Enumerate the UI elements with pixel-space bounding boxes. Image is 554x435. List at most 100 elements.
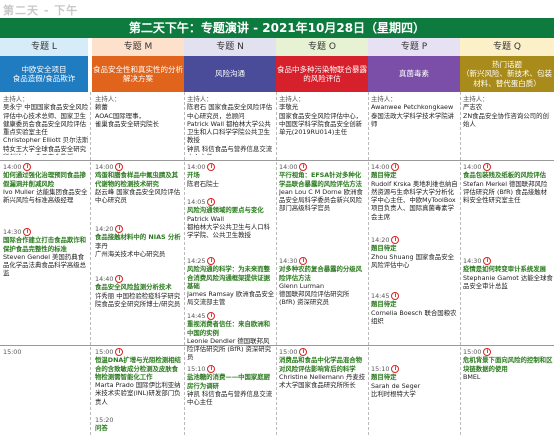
chair-text-n: 陈君石 国家食品安全风险评估中心研究员，总顾问 Patrick Wall 都柏林… xyxy=(187,103,273,155)
session-title: 题目待定 xyxy=(371,171,397,180)
column-divider xyxy=(460,92,461,435)
session-speaker: BMEL xyxy=(463,372,481,381)
info-icon[interactable]: i xyxy=(207,163,216,171)
track-topic-n: 风险沟通 xyxy=(184,56,276,92)
session-speaker: Jean Lou C M Dorne 欧洲食品安全局科学委员会新兴风险部门高级科… xyxy=(279,187,363,213)
session-time: 15:00 xyxy=(463,348,482,356)
column-divider xyxy=(90,92,91,435)
session-title: 平行视角：EFSA针对多种化学品联合暴露的风险评估方法 xyxy=(279,171,363,188)
info-icon[interactable]: i xyxy=(207,312,216,320)
session-o-1: 14:00 i 平行视角：EFSA针对多种化学品联合暴露的风险评估方法 Jean… xyxy=(279,163,367,235)
session-time: 14:45 xyxy=(187,312,206,320)
session-p-4: 15:10 i 题目待定 Sarah de Seger 比利时根特大学 xyxy=(371,365,459,405)
session-q-1: 14:00 i 食品包装残及纸板的风险评估 Stefan Merkel 德国联邦… xyxy=(463,163,553,229)
info-icon[interactable]: i xyxy=(391,365,400,373)
session-speaker: James Ramsay 欧洲食品安全局交流部主管 xyxy=(187,290,275,307)
info-icon[interactable]: i xyxy=(483,163,492,171)
session-q-2: 14:30 i 疫情是如何转变审计系统发展 Stephanie Gamot 达能… xyxy=(463,257,553,303)
session-o-3: 15:00 i 消费品和食品中化学品混合物对风险评估影响背后的科学 Christ… xyxy=(279,348,367,408)
session-title: 危机背景下面向风险的控制和区块链数据的使用 xyxy=(463,356,553,373)
chair-block-o: 主持人： 李敬光 国家食品安全风险评估中心，中国医学科学院食品安全创新单元(20… xyxy=(279,95,367,145)
session-time: 14:05 xyxy=(187,198,206,206)
info-icon[interactable]: i xyxy=(115,225,124,233)
session-title: 恒温DNA扩增与光阻检测相结合的含致敏成分检测及皮肤食物检测需智能化工作 xyxy=(95,356,181,381)
session-time: 15:00 xyxy=(3,348,22,356)
session-title: 风险沟通领域的要点与变化 xyxy=(187,206,264,215)
track-topic-p-text: 真菌毒素 xyxy=(399,69,429,79)
session-l-2: 14:30 i 国际合作建立打击食品欺诈和保护食品完整性的标准 Steven G… xyxy=(3,228,89,300)
session-m-3: 14:40 i 食品安全风险监测分析技术 许秀丽 中国检验检疫科学研究院食品安全… xyxy=(95,275,183,333)
session-speaker: Glenn Lurman 德国联邦风险评估研究所 (BfR) 资深研究员 xyxy=(279,281,350,307)
session-m-4: 15:00 i 恒温DNA扩增与光阻检测相结合的含致敏成分检测及皮肤食物检测需智… xyxy=(95,348,183,420)
session-speaker: Rudolf Krska 奥地利维也纳自然资源与生命科学大学分析化学中心主任、中… xyxy=(371,179,458,221)
session-title: 食品接触材料中的 NIAS 分析 xyxy=(95,233,181,242)
session-speaker: Sarah de Seger 比利时根特大学 xyxy=(371,381,421,398)
session-n-5: 15:10 i 盐池糖的消费——中国家庭厨房行为调研 钟凯 科信食品与营养信息交… xyxy=(187,365,275,413)
session-title: 对多种农药复合暴露的分级风险评估方法 xyxy=(279,265,363,282)
session-time: 14:40 xyxy=(95,275,114,283)
session-q-3: 15:00 i 危机背景下面向风险的控制和区块链数据的使用 BMEL xyxy=(463,348,553,388)
session-n-2: 14:05 i 风险沟通领域的要点与变化 Patrick Wall 都柏林大学公… xyxy=(187,198,275,244)
session-title: 消费品和食品中化学品混合物对风险评估影响背后的科学 xyxy=(279,356,363,373)
info-icon[interactable]: i xyxy=(391,292,400,300)
session-n-1: 14:00 i 开场 陈君石院士 xyxy=(187,163,275,191)
session-speaker: Cornelia Boesch 联合国粮农组织 xyxy=(371,308,457,325)
session-title: 食品包装残及纸板的风险评估 xyxy=(463,171,547,180)
info-icon[interactable]: i xyxy=(207,198,216,206)
track-topic-p: 真菌毒素 xyxy=(368,56,460,92)
info-icon[interactable]: i xyxy=(299,348,308,356)
session-o-2: 14:30 i 对多种农药复合暴露的分级风险评估方法 Glenn Lurman … xyxy=(279,257,367,323)
session-speaker: 李丹 广州海关技术中心研究员 xyxy=(95,241,166,258)
session-speaker: Patrick Wall 都柏林大学公共卫生与人口科学学院、公共卫生教授 xyxy=(187,214,271,240)
info-icon[interactable]: i xyxy=(207,365,216,373)
track-topic-m: 食品安全性和真实性的分析解决方案 xyxy=(92,56,184,92)
session-title: 国际合作建立打击食品欺诈和保护食品完整性的标准 xyxy=(3,236,87,253)
session-title: 题目待定 xyxy=(371,300,397,309)
info-icon[interactable]: i xyxy=(23,228,32,236)
session-title: 盐池糖的消费——中国家庭厨房行为调研 xyxy=(187,373,271,390)
agenda-page: 第二天 - 下午 第二天下午：专题演讲 - 2021年10月28日（星期四） 专… xyxy=(0,0,554,435)
session-time: 15:00 xyxy=(279,348,298,356)
day-title: 第二天 - 下午 xyxy=(3,4,79,17)
info-icon[interactable]: i xyxy=(483,257,492,265)
session-title: 疫情是如何转变审计系统发展 xyxy=(463,265,547,274)
session-title: 开场 xyxy=(187,171,200,180)
chair-label: 主持人： xyxy=(3,95,29,103)
session-time: 14:00 xyxy=(95,163,114,171)
track-header-n: 专题 N xyxy=(184,38,276,56)
session-time: 15:20 xyxy=(95,416,114,424)
info-icon[interactable]: i xyxy=(115,163,124,171)
info-icon[interactable]: i xyxy=(207,257,216,265)
info-icon[interactable]: i xyxy=(299,257,308,265)
track-topic-l-text: 中欧安全项目 食品造假/食品欺诈 xyxy=(12,64,76,83)
info-icon[interactable]: i xyxy=(391,236,400,244)
info-icon[interactable]: i xyxy=(115,275,124,283)
session-time: 14:30 xyxy=(3,228,22,236)
session-speaker: 陈君石院士 xyxy=(187,179,219,188)
session-time: 14:00 xyxy=(187,163,206,171)
session-m-1: 14:00 i 鸡蛋和膳食样品中氟虫腈及其代谢物的检测技术研究 赵云峰 国家食品… xyxy=(95,163,183,221)
session-title: 重视消费者信任：来自欧洲和中国的实例 xyxy=(187,320,271,337)
info-icon[interactable]: i xyxy=(483,348,492,356)
info-icon[interactable]: i xyxy=(299,163,308,171)
session-time: 14:25 xyxy=(187,257,206,265)
info-icon[interactable]: i xyxy=(23,163,32,171)
session-speaker: Ivo Muller 达能集团食品安全新兴风险与标准高级经理 xyxy=(3,187,88,205)
session-n-4: 14:45 i 重视消费者信任：来自欧洲和中国的实例 Leonie Dendle… xyxy=(187,312,275,360)
session-time: 14:00 xyxy=(279,163,298,171)
session-title: 题目待定 xyxy=(371,244,397,253)
session-title: 问答 xyxy=(95,424,108,433)
info-icon[interactable]: i xyxy=(115,348,124,356)
chair-label: 主持人： xyxy=(95,95,121,103)
chair-text-q: 严志农 ZN食品安全协作咨询公司的创始人 xyxy=(463,103,549,128)
chair-text-l: 吴永宁 中国国家食品安全风险评估中心技术总师、国家卫生健康委员会食品安全风险评估… xyxy=(3,103,89,155)
track-topic-q-text: 热门话题 （新兴风险、新技术、包装材料、替代蛋白质） xyxy=(462,59,552,88)
session-title: 鸡蛋和膳食样品中氟虫腈及其代谢物的检测技术研究 xyxy=(95,171,179,188)
row-divider xyxy=(0,345,554,346)
chair-block-m: 主持人： 赖蕾 AOAC国际理事， 雀巢食品安全研究院长 xyxy=(95,95,183,135)
session-time: 14:20 xyxy=(95,225,114,233)
chair-label: 主持人： xyxy=(187,95,213,103)
info-icon[interactable]: i xyxy=(391,163,400,171)
chair-label: 主持人： xyxy=(463,95,489,103)
track-topic-n-text: 风险沟通 xyxy=(215,69,245,79)
